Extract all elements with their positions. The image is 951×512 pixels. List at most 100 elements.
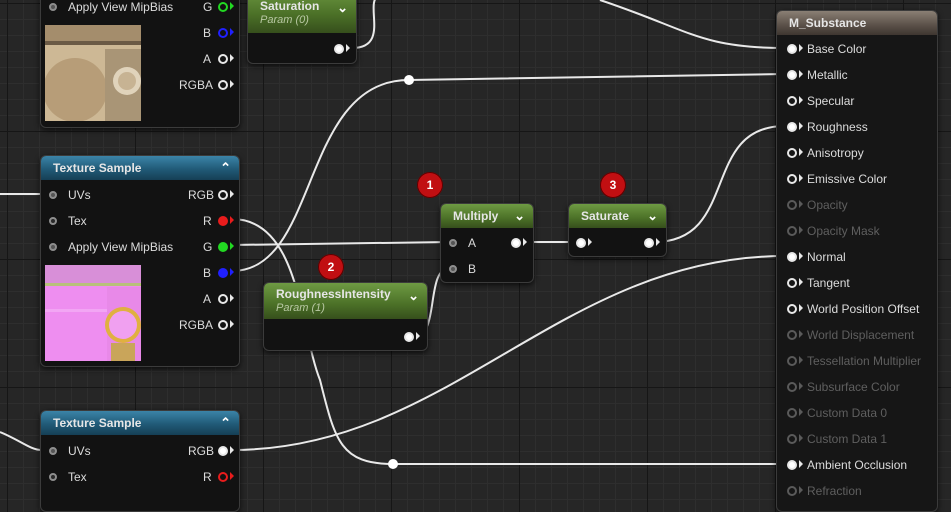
pin-row-io[interactable] bbox=[569, 230, 666, 256]
collapse-chevron-icon[interactable]: ⌃ bbox=[220, 156, 231, 180]
r-output-pin[interactable] bbox=[218, 216, 228, 226]
input-arrow bbox=[799, 252, 803, 260]
mipbias-input-pin[interactable] bbox=[49, 243, 57, 251]
material-input-pin[interactable] bbox=[787, 408, 797, 418]
saturation-header[interactable]: Saturation Param (0) ⌄ bbox=[248, 0, 356, 33]
saturate-node[interactable]: Saturate ⌄ bbox=[568, 203, 667, 257]
material-pin-row[interactable]: Tangent bbox=[777, 270, 937, 296]
g-output-pin[interactable] bbox=[218, 242, 228, 252]
pin-row-uvs[interactable]: UVs RGB bbox=[41, 182, 239, 208]
material-pin-row[interactable]: Custom Data 0 bbox=[777, 400, 937, 426]
a-output-arrow bbox=[230, 294, 234, 302]
g-output-pin[interactable] bbox=[218, 2, 228, 12]
b-output-pin[interactable] bbox=[218, 28, 228, 38]
uvs-input-pin[interactable] bbox=[49, 191, 57, 199]
material-input-pin[interactable] bbox=[787, 148, 797, 158]
material-pin-row[interactable]: Opacity bbox=[777, 192, 937, 218]
multiply-output-pin[interactable] bbox=[511, 238, 521, 248]
material-pin-row[interactable]: Refraction bbox=[777, 478, 937, 504]
pin-row-mipbias[interactable]: Apply View MipBias G bbox=[41, 234, 239, 260]
tex-input-pin[interactable] bbox=[49, 473, 57, 481]
material-pin-row[interactable]: Anisotropy bbox=[777, 140, 937, 166]
b-input-pin[interactable] bbox=[449, 265, 457, 273]
material-input-pin[interactable] bbox=[787, 434, 797, 444]
pin-row-uvs[interactable]: UVs RGB bbox=[41, 438, 239, 464]
material-pin-row[interactable]: Tessellation Multiplier bbox=[777, 348, 937, 374]
material-pin-row[interactable]: Ambient Occlusion bbox=[777, 452, 937, 478]
b-output-pin[interactable] bbox=[218, 268, 228, 278]
texture-sample-bottom-node[interactable]: Texture Sample ⌃ UVs RGB Tex R bbox=[40, 410, 240, 512]
rgba-output-pin[interactable] bbox=[218, 80, 228, 90]
material-input-pin[interactable] bbox=[787, 226, 797, 236]
saturation-param-node[interactable]: Saturation Param (0) ⌄ bbox=[247, 0, 357, 64]
texture-sample-top-node[interactable]: Apply View MipBias G B A RGBA bbox=[40, 0, 240, 128]
material-pin-label: Ambient Occlusion bbox=[807, 458, 908, 472]
b-output-arrow bbox=[230, 28, 234, 36]
material-input-pin[interactable] bbox=[787, 122, 797, 132]
texture-sample-middle-node[interactable]: Texture Sample ⌃ UVs RGB Tex R Apply Vie… bbox=[40, 155, 240, 367]
collapse-chevron-icon[interactable]: ⌃ bbox=[220, 411, 231, 435]
uvs-input-pin[interactable] bbox=[49, 447, 57, 455]
material-header[interactable]: M_Substance bbox=[777, 11, 937, 35]
material-input-pin[interactable] bbox=[787, 486, 797, 496]
rgb-output-pin[interactable] bbox=[218, 446, 228, 456]
a-output-pin[interactable] bbox=[218, 294, 228, 304]
material-input-pin[interactable] bbox=[787, 330, 797, 340]
r-output-pin[interactable] bbox=[218, 472, 228, 482]
output-pin[interactable] bbox=[404, 332, 414, 342]
output-pin[interactable] bbox=[334, 44, 344, 54]
chevron-down-icon[interactable]: ⌄ bbox=[408, 288, 419, 304]
input-arrow bbox=[799, 148, 803, 156]
material-pin-row[interactable]: Metallic bbox=[777, 62, 937, 88]
chevron-down-icon[interactable]: ⌄ bbox=[514, 204, 525, 228]
tex-input-pin[interactable] bbox=[49, 217, 57, 225]
material-pin-row[interactable]: Custom Data 1 bbox=[777, 426, 937, 452]
texture-sample-header[interactable]: Texture Sample ⌃ bbox=[41, 156, 239, 180]
material-input-pin[interactable] bbox=[787, 382, 797, 392]
texture-sample-header[interactable]: Texture Sample ⌃ bbox=[41, 411, 239, 435]
pin-row-out[interactable] bbox=[264, 324, 427, 350]
material-pin-row[interactable]: Specular bbox=[777, 88, 937, 114]
chevron-down-icon[interactable]: ⌄ bbox=[337, 0, 348, 16]
material-input-pin[interactable] bbox=[787, 70, 797, 80]
node-title: Multiply bbox=[453, 209, 499, 223]
pin-row-a[interactable]: A bbox=[441, 230, 533, 256]
saturate-input-pin[interactable] bbox=[576, 238, 586, 248]
multiply-header[interactable]: Multiply ⌄ bbox=[441, 204, 533, 228]
mipbias-pin[interactable] bbox=[49, 3, 57, 11]
material-pin-row[interactable]: Emissive Color bbox=[777, 166, 937, 192]
material-input-pin[interactable] bbox=[787, 460, 797, 470]
material-input-pin[interactable] bbox=[787, 252, 797, 262]
material-pin-row[interactable]: Base Color bbox=[777, 36, 937, 62]
material-pin-row[interactable]: Subsurface Color bbox=[777, 374, 937, 400]
rgb-output-pin[interactable] bbox=[218, 190, 228, 200]
material-pin-row[interactable]: Normal bbox=[777, 244, 937, 270]
saturate-output-pin[interactable] bbox=[644, 238, 654, 248]
multiply-node[interactable]: Multiply ⌄ A B bbox=[440, 203, 534, 283]
material-input-pin[interactable] bbox=[787, 174, 797, 184]
saturate-header[interactable]: Saturate ⌄ bbox=[569, 204, 666, 228]
material-pin-row[interactable]: Roughness bbox=[777, 114, 937, 140]
material-pin-row[interactable]: World Displacement bbox=[777, 322, 937, 348]
pin-row-mipbias[interactable]: Apply View MipBias G bbox=[41, 0, 239, 20]
material-input-pin[interactable] bbox=[787, 356, 797, 366]
material-result-node[interactable]: M_Substance Base Color Metallic Specular Ro… bbox=[776, 10, 938, 512]
material-input-pin[interactable] bbox=[787, 278, 797, 288]
pin-row-out[interactable] bbox=[248, 36, 356, 62]
a-input-pin[interactable] bbox=[449, 239, 457, 247]
material-pin-row[interactable]: Opacity Mask bbox=[777, 218, 937, 244]
rgba-output-pin[interactable] bbox=[218, 320, 228, 330]
material-input-pin[interactable] bbox=[787, 200, 797, 210]
pin-row-b[interactable]: B bbox=[441, 256, 533, 282]
material-input-pin[interactable] bbox=[787, 44, 797, 54]
pin-row-tex[interactable]: Tex R bbox=[41, 464, 239, 490]
pin-row-tex[interactable]: Tex R bbox=[41, 208, 239, 234]
material-input-pin[interactable] bbox=[787, 304, 797, 314]
material-pin-row[interactable]: World Position Offset bbox=[777, 296, 937, 322]
roughness-intensity-header[interactable]: RoughnessIntensity Param (1) ⌄ bbox=[264, 283, 427, 319]
a-output-pin[interactable] bbox=[218, 54, 228, 64]
chevron-down-icon[interactable]: ⌄ bbox=[647, 204, 658, 228]
roughness-intensity-param-node[interactable]: RoughnessIntensity Param (1) ⌄ bbox=[263, 282, 428, 351]
pin-label: A bbox=[203, 52, 212, 66]
material-input-pin[interactable] bbox=[787, 96, 797, 106]
